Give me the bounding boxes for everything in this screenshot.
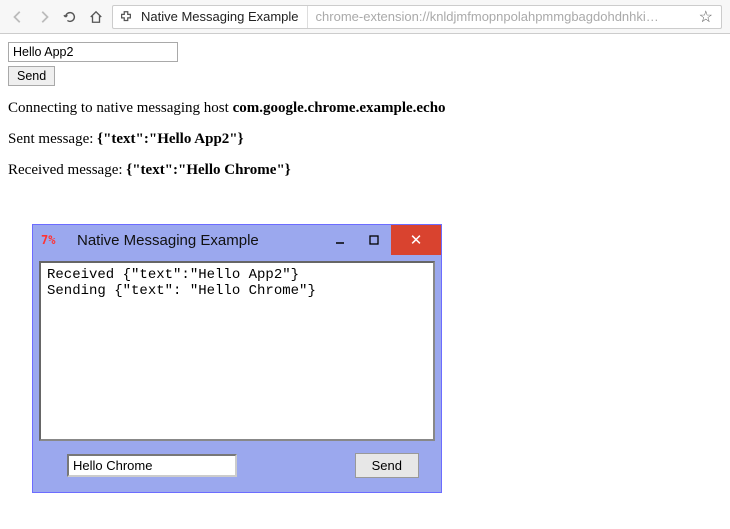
native-message-input[interactable] [67, 454, 237, 477]
native-window: 7% Native Messaging Example ✕ Received {… [32, 224, 442, 493]
arrow-left-icon [11, 10, 25, 24]
browser-toolbar: Native Messaging Example chrome-extensio… [0, 0, 730, 34]
native-send-button[interactable]: Send [355, 453, 419, 478]
message-input[interactable] [8, 42, 178, 62]
extension-icon [113, 10, 139, 24]
connect-prefix: Connecting to native messaging host [8, 100, 233, 116]
close-icon: ✕ [410, 231, 423, 249]
maximize-button[interactable] [357, 225, 391, 255]
native-window-body: Received {"text":"Hello App2"} Sending {… [33, 255, 441, 492]
omnibox-url: chrome-extension://knldjmfmopnpolahpmmgb… [308, 9, 691, 24]
sent-payload: {"text":"Hello App2"} [97, 131, 243, 147]
forward-button[interactable] [34, 7, 54, 27]
arrow-right-icon [37, 10, 51, 24]
sent-line: Sent message: {"text":"Hello App2"} [8, 131, 722, 148]
connect-host: com.google.chrome.example.echo [233, 100, 446, 116]
minimize-icon [335, 235, 345, 245]
send-button[interactable]: Send [8, 66, 55, 86]
recv-prefix: Received message: [8, 162, 126, 178]
sent-prefix: Sent message: [8, 131, 97, 147]
native-window-title: Native Messaging Example [59, 232, 323, 249]
page-body: Send Connecting to native messaging host… [0, 34, 730, 201]
home-button[interactable] [86, 7, 106, 27]
reload-button[interactable] [60, 7, 80, 27]
connect-line: Connecting to native messaging host com.… [8, 100, 722, 117]
native-bottom-row: Send [39, 441, 435, 486]
home-icon [89, 10, 103, 24]
omnibox[interactable]: Native Messaging Example chrome-extensio… [112, 5, 722, 29]
close-button[interactable]: ✕ [391, 225, 441, 255]
native-log-line-1: Received {"text":"Hello App2"} [47, 267, 299, 283]
reload-icon [63, 10, 77, 24]
minimize-button[interactable] [323, 225, 357, 255]
tk-icon: 7% [41, 233, 59, 247]
omnibox-page-title: Native Messaging Example [139, 6, 308, 28]
window-controls: ✕ [323, 225, 441, 255]
native-log-line-2: Sending {"text": "Hello Chrome"} [47, 283, 316, 299]
received-line: Received message: {"text":"Hello Chrome"… [8, 162, 722, 179]
back-button[interactable] [8, 7, 28, 27]
maximize-icon [369, 235, 379, 245]
native-titlebar[interactable]: 7% Native Messaging Example ✕ [33, 225, 441, 255]
bookmark-star-icon[interactable]: ☆ [691, 7, 721, 27]
recv-payload: {"text":"Hello Chrome"} [126, 162, 290, 178]
native-log[interactable]: Received {"text":"Hello App2"} Sending {… [39, 261, 435, 441]
